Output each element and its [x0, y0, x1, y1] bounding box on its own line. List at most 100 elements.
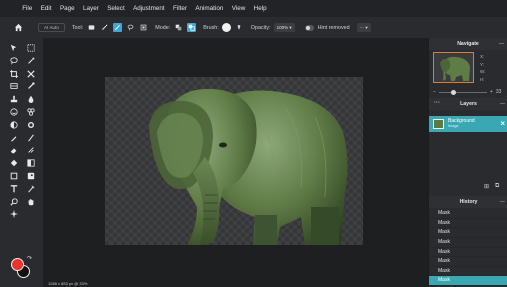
nav-y-label: Y:: [480, 61, 485, 67]
history-title: History: [459, 199, 478, 205]
canvas-workspace: 1268 x 853 px @ 33%: [43, 38, 428, 287]
history-list: Mask Mask Mask Mask Mask Mask Mask Mask: [429, 209, 507, 287]
collapse-navigate-icon[interactable]: —: [499, 41, 504, 47]
zoom-slider[interactable]: [438, 89, 487, 95]
menu-layer[interactable]: Layer: [79, 0, 103, 17]
nav-x-label: X:: [480, 54, 485, 59]
navigator-thumbnail[interactable]: [433, 52, 474, 83]
menu-file[interactable]: File: [18, 0, 37, 17]
opacity-select[interactable]: 100% ▾: [273, 23, 295, 32]
add-layer-icon[interactable]: ⊞: [484, 183, 489, 190]
menu-filter[interactable]: Filter: [169, 0, 191, 17]
history-item-current[interactable]: Mask: [429, 276, 507, 287]
pencil-icon[interactable]: [7, 132, 21, 144]
mode-subtract-icon[interactable]: [187, 23, 197, 32]
document-canvas[interactable]: [105, 77, 363, 245]
layer-row[interactable]: Background Image ×: [429, 116, 507, 132]
brush-icon[interactable]: [24, 132, 38, 144]
move-tool-icon[interactable]: [7, 42, 21, 54]
history-item[interactable]: Mask: [429, 257, 507, 267]
image-tool-icon[interactable]: [24, 170, 38, 182]
hint-toggle[interactable]: [304, 24, 314, 31]
dodge-tool-icon[interactable]: [24, 119, 38, 131]
menu-help[interactable]: Help: [249, 0, 270, 17]
magic-tool-icon[interactable]: [7, 208, 21, 220]
menu-page[interactable]: Page: [56, 0, 79, 17]
tool-options-bar: AI Auto Tool: Mode: Brush: Opacity: 100%…: [0, 17, 507, 38]
brush-settings-icon[interactable]: [235, 23, 244, 32]
collapse-layers-icon[interactable]: —: [500, 101, 505, 107]
history-item[interactable]: Mask: [429, 219, 507, 229]
history-header: History —: [429, 196, 507, 208]
fill-bucket-icon[interactable]: [7, 157, 21, 169]
history-item[interactable]: Mask: [429, 267, 507, 277]
eyedropper-icon[interactable]: [24, 80, 38, 92]
zoom-in-icon[interactable]: +: [490, 89, 493, 95]
navigate-header: Navigate —: [429, 38, 507, 50]
drop-tool-icon[interactable]: [24, 93, 38, 105]
right-panel: Navigate — X: Y: W: H: − + 33 ··· Layers: [428, 38, 507, 287]
liquify-tool-icon[interactable]: [24, 106, 38, 118]
collapse-history-icon[interactable]: —: [500, 199, 505, 205]
quick-select-icon[interactable]: [24, 55, 38, 67]
photo-editor-app: File Edit Page Layer Select Adjustment F…: [0, 0, 507, 287]
history-item[interactable]: Mask: [429, 238, 507, 248]
crop-tool-icon[interactable]: [7, 68, 21, 80]
nav-h-label: H:: [480, 76, 485, 82]
brush-label: Brush:: [203, 24, 219, 31]
navigator-info: X: Y: W: H:: [480, 53, 485, 83]
stamp-tool-icon[interactable]: [7, 93, 21, 105]
layers-menu-icon[interactable]: ···: [434, 100, 440, 106]
magic-wand-icon[interactable]: [100, 23, 109, 32]
cut-tool-icon[interactable]: [24, 68, 38, 80]
shape-tool-icon[interactable]: [7, 170, 21, 182]
smile-filter-icon[interactable]: [7, 106, 21, 118]
mode-add-icon[interactable]: [174, 23, 183, 32]
lasso-tool-icon[interactable]: [7, 55, 21, 67]
eraser-icon[interactable]: [7, 144, 21, 156]
swap-colors-icon[interactable]: ↷: [27, 255, 32, 262]
menu-adjustment[interactable]: Adjustment: [129, 0, 169, 17]
home-icon[interactable]: [12, 22, 24, 34]
marquee-tool-icon[interactable]: [24, 42, 38, 54]
layer-actions: ⊞ ⧉: [484, 183, 499, 190]
layer-thumbnail: [433, 119, 444, 129]
layers-title: Layers: [460, 101, 477, 107]
zoom-value[interactable]: 33: [496, 89, 502, 95]
patch-tool-icon[interactable]: [7, 80, 21, 92]
layer-type: Image: [448, 124, 459, 128]
rect-select-icon[interactable]: [139, 23, 148, 32]
opacity-label: Opacity:: [250, 24, 271, 31]
zoom-control: − + 33: [433, 88, 507, 96]
layers-header: ··· Layers —: [429, 98, 507, 110]
more-options-select[interactable]: ··· ▾: [356, 23, 371, 32]
menu-view[interactable]: View: [228, 0, 250, 17]
nav-w-label: W:: [480, 69, 486, 74]
hint-label: Hint removed: [317, 24, 350, 31]
zoom-out-icon[interactable]: −: [433, 89, 436, 95]
history-item[interactable]: Mask: [429, 209, 507, 219]
history-item[interactable]: Mask: [429, 228, 507, 238]
foreground-color-swatch[interactable]: [11, 258, 24, 271]
brush-size-icon[interactable]: [221, 23, 231, 32]
delete-layer-icon[interactable]: ×: [500, 119, 505, 128]
menu-edit[interactable]: Edit: [37, 0, 56, 17]
gradient-tool-icon[interactable]: [24, 157, 38, 169]
text-tool-icon[interactable]: [7, 183, 21, 195]
duplicate-layer-icon[interactable]: ⧉: [495, 183, 499, 190]
lasso-icon[interactable]: [126, 23, 135, 32]
pencil-tool-icon[interactable]: [113, 23, 123, 32]
menu-select[interactable]: Select: [103, 0, 129, 17]
menu-animation[interactable]: Animation: [191, 0, 227, 17]
sponge-tool-icon[interactable]: [7, 119, 21, 131]
brush-tool-icon[interactable]: [87, 23, 96, 32]
mode-label: Mode:: [155, 24, 171, 31]
zoom-slider-knob[interactable]: [450, 89, 456, 95]
ai-auto-button[interactable]: AI Auto: [38, 23, 65, 32]
history-item[interactable]: Mask: [429, 248, 507, 258]
pen-tool-icon[interactable]: [24, 183, 38, 195]
zoom-tool-icon[interactable]: [7, 196, 21, 208]
left-toolbar: ↷: [0, 38, 43, 287]
smudge-tool-icon[interactable]: [24, 144, 38, 156]
hand-tool-icon[interactable]: [24, 196, 38, 208]
